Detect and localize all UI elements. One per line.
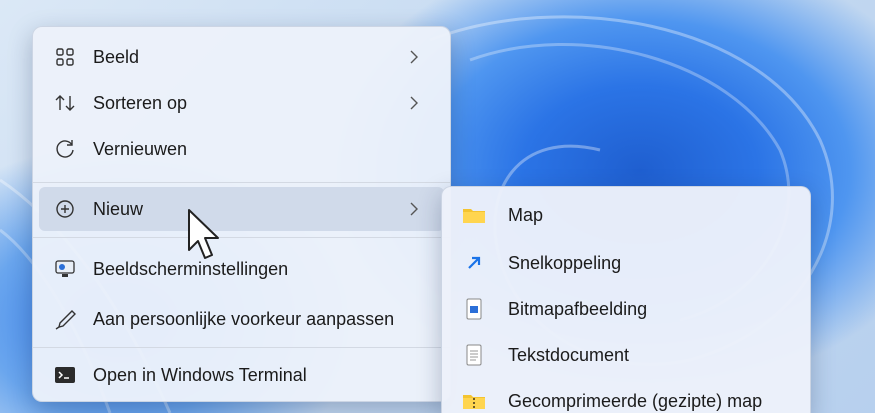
menu-item-label: Open in Windows Terminal	[93, 364, 307, 385]
terminal-icon	[53, 363, 77, 387]
zip-folder-icon	[462, 389, 486, 413]
display-settings-icon	[53, 257, 77, 281]
submenu-item-label: Map	[508, 204, 544, 225]
add-circle-icon	[53, 197, 77, 221]
submenu-item-label: Gecomprimeerde (gezipte) map	[508, 390, 763, 411]
submenu-item-bitmapafbeelding[interactable]: Bitmapafbeelding	[450, 287, 802, 331]
menu-item-label: Beeld	[93, 46, 140, 67]
submenu-item-label: Bitmapafbeelding	[508, 298, 648, 319]
menu-item-beeld[interactable]: Beeld	[39, 35, 444, 79]
submenu-item-tekstdocument[interactable]: Tekstdocument	[450, 333, 802, 377]
submenu-item-snelkoppeling[interactable]: Snelkoppeling	[450, 241, 802, 285]
submenu-item-gecomprimeerde-map[interactable]: Gecomprimeerde (gezipte) map	[450, 379, 802, 413]
chevron-right-icon	[404, 93, 424, 113]
menu-divider	[33, 237, 450, 238]
menu-divider	[33, 347, 450, 348]
text-document-icon	[462, 343, 486, 367]
refresh-icon	[53, 137, 77, 161]
menu-item-label: Beeldscherminstellingen	[93, 258, 289, 279]
desktop-context-menu: Beeld Sorteren op Vernieuwen Nieuw Beeld…	[32, 26, 451, 402]
new-submenu: Map Snelkoppeling Bitmapafbeelding Tekst…	[441, 186, 811, 413]
menu-item-label: Nieuw	[93, 198, 144, 219]
menu-item-nieuw[interactable]: Nieuw	[39, 187, 444, 231]
shortcut-arrow-icon	[462, 251, 486, 275]
menu-item-beeldscherminstellingen[interactable]: Beeldscherminstellingen	[39, 247, 444, 291]
menu-item-label: Aan persoonlijke voorkeur aanpassen	[93, 308, 395, 329]
pen-brush-icon	[53, 307, 77, 331]
menu-item-sorteren-op[interactable]: Sorteren op	[39, 81, 444, 125]
submenu-item-map[interactable]: Map	[450, 193, 802, 237]
menu-item-label: Sorteren op	[93, 92, 188, 113]
menu-item-personaliseren[interactable]: Aan persoonlijke voorkeur aanpassen	[39, 297, 444, 341]
sort-arrows-icon	[53, 91, 77, 115]
chevron-right-icon	[404, 199, 424, 219]
folder-icon	[462, 203, 486, 227]
menu-item-label: Vernieuwen	[93, 138, 188, 159]
grid-view-icon	[53, 45, 77, 69]
mouse-pointer-icon	[188, 209, 219, 259]
menu-divider	[33, 182, 450, 183]
chevron-right-icon	[404, 47, 424, 67]
menu-item-vernieuwen[interactable]: Vernieuwen	[39, 127, 444, 171]
submenu-item-label: Snelkoppeling	[508, 252, 622, 273]
bitmap-image-icon	[462, 297, 486, 321]
menu-item-windows-terminal[interactable]: Open in Windows Terminal	[39, 353, 444, 397]
submenu-item-label: Tekstdocument	[508, 344, 630, 365]
